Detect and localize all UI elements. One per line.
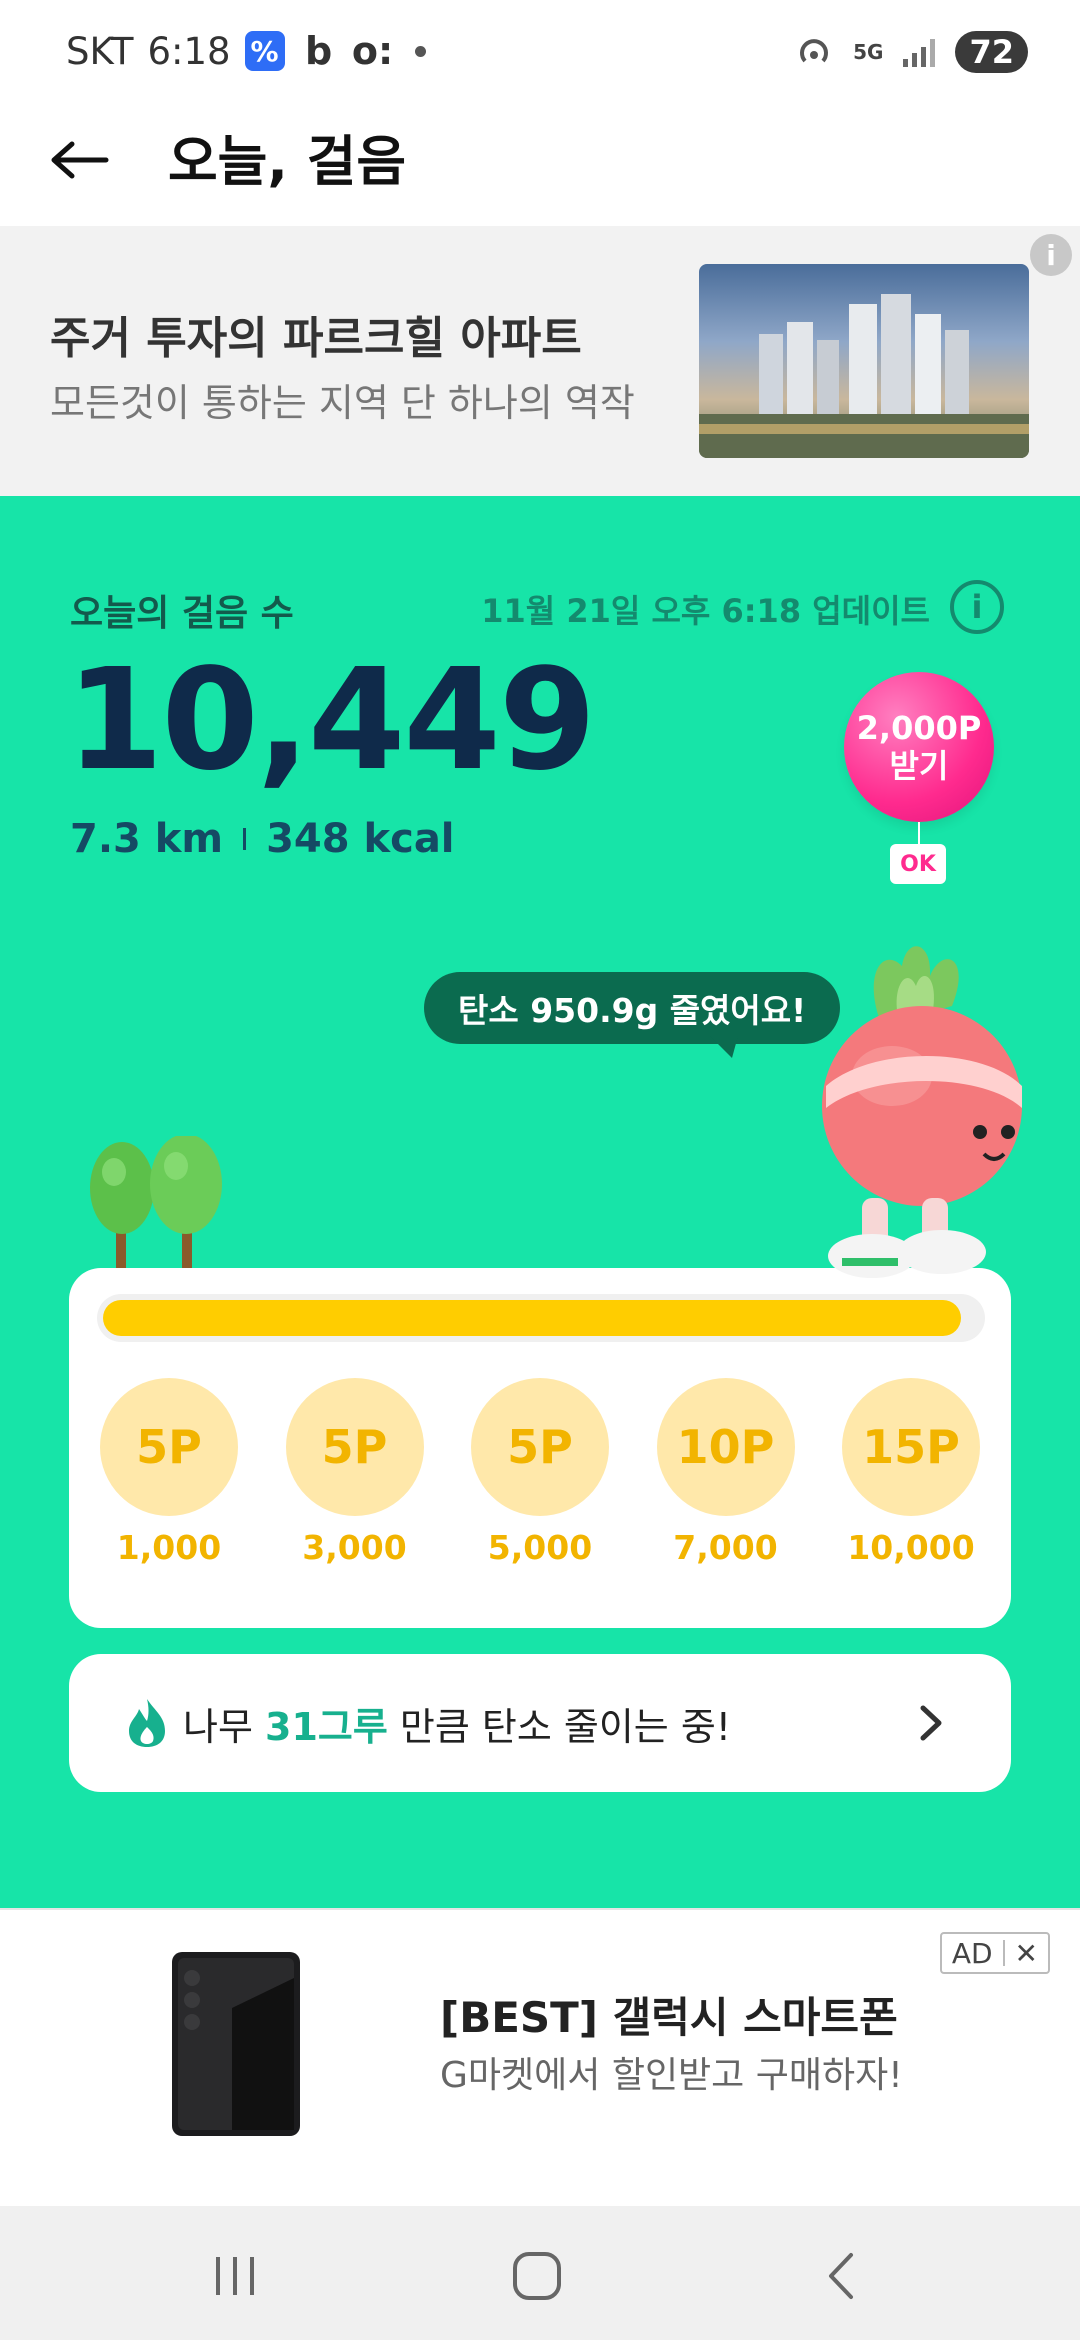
reward-item[interactable]: 15P 10,000	[841, 1378, 981, 1567]
fire-icon	[129, 1699, 165, 1747]
distance-calories: 7.3 km 348 kcal	[70, 816, 455, 862]
step-count: 10,449	[66, 639, 596, 802]
network-5g-icon: 5G	[853, 40, 884, 64]
apartment-image	[699, 264, 1029, 458]
reward-points: 5P	[471, 1378, 609, 1516]
reward-list: 5P 1,000 5P 3,000 5P 5,000 10P 7,000 15P 10,000	[99, 1378, 981, 1567]
ad-label: AD	[951, 1936, 993, 1970]
page-title: 오늘, 걸음	[168, 130, 407, 193]
bottom-ad-title: [BEST] 갤럭시 스마트폰	[440, 1993, 898, 2042]
app-header: 오늘, 걸음	[0, 100, 1080, 226]
home-button[interactable]	[492, 2236, 582, 2316]
back-button[interactable]	[40, 120, 120, 200]
carbon-reduction-card[interactable]: 나무 31그루 만큼 탄소 줄이는 중!	[69, 1654, 1011, 1792]
ad-info-button[interactable]: i	[1030, 234, 1072, 276]
ok-cashbag-icon: OK	[890, 844, 946, 884]
chevron-right-icon	[920, 1705, 942, 1741]
balloon-points: 2,000P	[856, 709, 982, 747]
radish-mascot-illustration	[822, 946, 1022, 1278]
msg-prefix: 나무	[183, 1704, 265, 1749]
top-ad-subtitle: 모든것이 통하는 지역 단 하나의 역작	[50, 381, 635, 425]
b-app-icon: b	[304, 29, 333, 73]
carbon-bubble: 탄소 950.9g 줄였어요!	[424, 972, 841, 1044]
distance: 7.3 km	[70, 816, 224, 862]
reward-steps: 1,000	[116, 1528, 222, 1567]
recent-apps-button[interactable]	[190, 2236, 280, 2316]
status-left: SKT 6:18 % b o:	[66, 26, 426, 76]
arrow-left-icon	[51, 141, 109, 179]
status-right: 5G 72	[795, 28, 1028, 76]
more-notifications-icon	[414, 45, 426, 57]
reward-steps: 5,000	[487, 1528, 593, 1567]
reward-points: 5P	[285, 1378, 424, 1516]
info-button[interactable]: i	[950, 580, 1004, 634]
balloon-string	[918, 822, 920, 844]
percent-app-icon: %	[244, 31, 285, 71]
balloon-claim: 받기	[889, 747, 949, 785]
reward-points: 15P	[842, 1378, 980, 1516]
ad-badge-divider	[1002, 1940, 1005, 1966]
reward-item[interactable]: 5P 5,000	[470, 1378, 610, 1567]
system-back-button[interactable]	[796, 2236, 886, 2316]
galaxy-phone-image	[172, 1952, 300, 2136]
trees-illustration	[90, 1136, 222, 1276]
battery-icon: 72	[955, 31, 1028, 73]
divider	[243, 828, 247, 850]
connect-app-icon: o:	[351, 29, 394, 73]
top-ad-title: 주거 투자의 파르크힐 아파트	[50, 313, 582, 364]
ad-badge: AD ✕	[939, 1932, 1050, 1974]
points-balloon-button[interactable]: 2,000P 받기	[844, 672, 994, 822]
reward-points: 5P	[100, 1378, 238, 1516]
msg-suffix: 만큼 탄소 줄이는 중!	[387, 1704, 732, 1749]
tree-count: 31그루	[265, 1704, 388, 1749]
progress-card: 5P 1,000 5P 3,000 5P 5,000 10P 7,000 15P 10,000	[69, 1268, 1011, 1628]
ad-close-button[interactable]: ✕	[1015, 1937, 1038, 1970]
reward-steps: 10,000	[847, 1528, 975, 1567]
carrier: SKT	[66, 29, 134, 73]
top-ad-banner[interactable]: 주거 투자의 파르크힐 아파트 모든것이 통하는 지역 단 하나의 역작 i	[0, 226, 1080, 496]
carbon-message: 나무 31그루 만큼 탄소 줄이는 중!	[183, 1696, 731, 1751]
steps-section: 오늘의 걸음 수 11월 21일 오후 6:18 업데이트 i 10,449 7…	[0, 496, 1080, 1908]
bottom-ad-banner[interactable]: [BEST] 갤럭시 스마트폰 G마켓에서 할인받고 구매하자! AD ✕	[0, 1908, 1080, 2206]
steps-label: 오늘의 걸음 수	[70, 593, 294, 634]
hotspot-icon	[800, 39, 829, 63]
calories: 348 kcal	[266, 816, 455, 862]
reward-item[interactable]: 10P 7,000	[656, 1378, 796, 1567]
recent-apps-icon	[216, 2257, 254, 2295]
chevron-left-icon	[829, 2253, 853, 2299]
system-nav-bar	[0, 2206, 1080, 2340]
bottom-ad-subtitle: G마켓에서 할인받고 구매하자!	[440, 2055, 903, 2096]
reward-steps: 3,000	[302, 1528, 407, 1567]
reward-points: 10P	[656, 1378, 795, 1516]
reward-steps: 7,000	[673, 1528, 778, 1567]
reward-item[interactable]: 5P 1,000	[99, 1378, 239, 1567]
home-icon	[513, 2252, 561, 2300]
signal-icon	[903, 37, 936, 67]
clock: 6:18	[147, 29, 231, 73]
status-bar: SKT 6:18 % b o: 5G 72	[0, 0, 1080, 100]
update-timestamp: 11월 21일 오후 6:18 업데이트	[481, 592, 930, 630]
reward-item[interactable]: 5P 3,000	[285, 1378, 425, 1567]
